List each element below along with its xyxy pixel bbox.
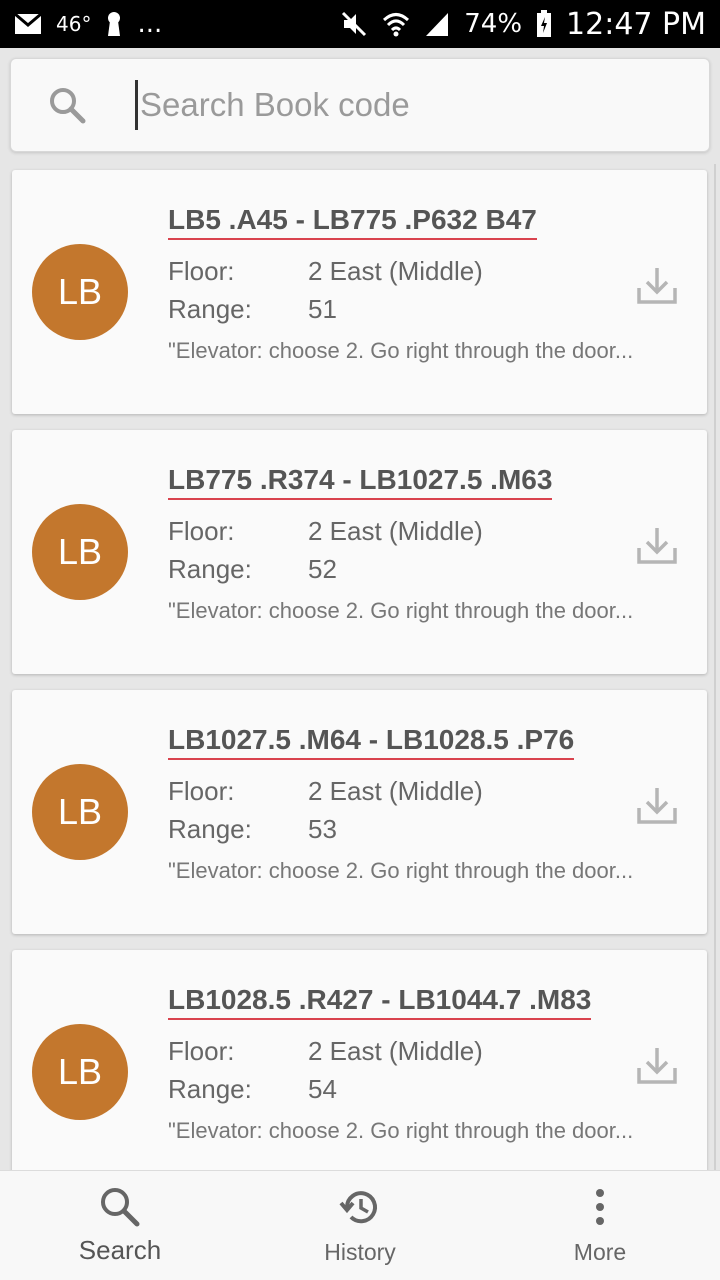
floor-label: Floor:: [168, 256, 235, 286]
nav-search-label: Search: [78, 1235, 162, 1265]
clock: 12:47 PM: [566, 6, 706, 42]
nav-history-label: History: [324, 1239, 396, 1265]
search-input[interactable]: [140, 86, 640, 124]
more-vert-icon: [596, 1189, 604, 1225]
battery-icon: [536, 10, 552, 38]
range-row: Range: 54: [168, 1074, 337, 1105]
floor-value: 2 East (Middle): [308, 256, 483, 286]
temperature-text: 46°: [56, 12, 92, 36]
result-card[interactable]: LB LB1027.5 .M64 - LB1028.5 .P76 Floor: …: [12, 690, 707, 934]
search-box[interactable]: [10, 58, 710, 152]
status-bar: 46° ... 74% 12:47 PM: [0, 0, 720, 48]
nav-search[interactable]: Search: [0, 1171, 240, 1280]
search-bar: [0, 48, 720, 164]
floor-row: Floor: 2 East (Middle): [168, 776, 483, 807]
search-icon: [50, 88, 86, 124]
range-row: Range: 52: [168, 554, 337, 585]
range-label: Range:: [168, 294, 252, 324]
result-card[interactable]: LB LB5 .A45 - LB775 .P632 B47 Floor: 2 E…: [12, 170, 707, 414]
range-label: Range:: [168, 814, 252, 844]
avatar: LB: [32, 1024, 128, 1120]
gmail-icon: [14, 13, 42, 35]
avatar: LB: [32, 764, 128, 860]
range-value: 54: [308, 1074, 337, 1104]
range-value: 51: [308, 294, 337, 324]
battery-percent: 74%: [464, 9, 523, 39]
more-notifications-text: ...: [137, 9, 163, 39]
scrollbar[interactable]: [714, 164, 716, 1170]
floor-row: Floor: 2 East (Middle): [168, 1036, 483, 1067]
mute-icon: [340, 10, 368, 38]
floor-label: Floor:: [168, 776, 235, 806]
directions-text: "Elevator: choose 2. Go right through th…: [168, 858, 634, 883]
book-range-title[interactable]: LB1027.5 .M64 - LB1028.5 .P76: [168, 724, 575, 760]
result-card[interactable]: LB LB775 .R374 - LB1027.5 .M63 Floor: 2 …: [12, 430, 707, 674]
range-label: Range:: [168, 554, 252, 584]
range-label: Range:: [168, 1074, 252, 1104]
signal-icon: [424, 11, 450, 37]
wifi-icon: [382, 11, 410, 37]
floor-row: Floor: 2 East (Middle): [168, 256, 483, 287]
range-value: 52: [308, 554, 337, 584]
floor-value: 2 East (Middle): [308, 516, 483, 546]
range-row: Range: 51: [168, 294, 337, 325]
directions-text: "Elevator: choose 2. Go right through th…: [168, 338, 634, 363]
floor-value: 2 East (Middle): [308, 1036, 483, 1066]
download-icon[interactable]: [635, 524, 679, 568]
directions-text: "Elevator: choose 2. Go right through th…: [168, 598, 634, 623]
avatar: LB: [32, 504, 128, 600]
keyhole-icon: [105, 11, 123, 37]
bottom-nav: Search History More: [0, 1170, 720, 1280]
result-card[interactable]: LB LB1028.5 .R427 - LB1044.7 .M83 Floor:…: [12, 950, 707, 1170]
download-icon[interactable]: [635, 1044, 679, 1088]
download-icon[interactable]: [635, 784, 679, 828]
nav-more[interactable]: More: [480, 1171, 720, 1280]
floor-label: Floor:: [168, 1036, 235, 1066]
download-icon[interactable]: [635, 264, 679, 308]
nav-more-label: More: [573, 1239, 627, 1265]
range-value: 53: [308, 814, 337, 844]
book-range-title[interactable]: LB775 .R374 - LB1027.5 .M63: [168, 464, 553, 500]
floor-row: Floor: 2 East (Middle): [168, 516, 483, 547]
nav-history[interactable]: History: [240, 1171, 480, 1280]
search-icon: [101, 1188, 140, 1227]
book-range-title[interactable]: LB1028.5 .R427 - LB1044.7 .M83: [168, 984, 592, 1020]
range-row: Range: 53: [168, 814, 337, 845]
history-icon: [339, 1191, 377, 1224]
results-list[interactable]: LB LB5 .A45 - LB775 .P632 B47 Floor: 2 E…: [0, 164, 720, 1170]
book-range-title[interactable]: LB5 .A45 - LB775 .P632 B47: [168, 204, 537, 240]
text-cursor: [135, 80, 138, 130]
floor-label: Floor:: [168, 516, 235, 546]
avatar: LB: [32, 244, 128, 340]
floor-value: 2 East (Middle): [308, 776, 483, 806]
directions-text: "Elevator: choose 2. Go right through th…: [168, 1118, 634, 1143]
